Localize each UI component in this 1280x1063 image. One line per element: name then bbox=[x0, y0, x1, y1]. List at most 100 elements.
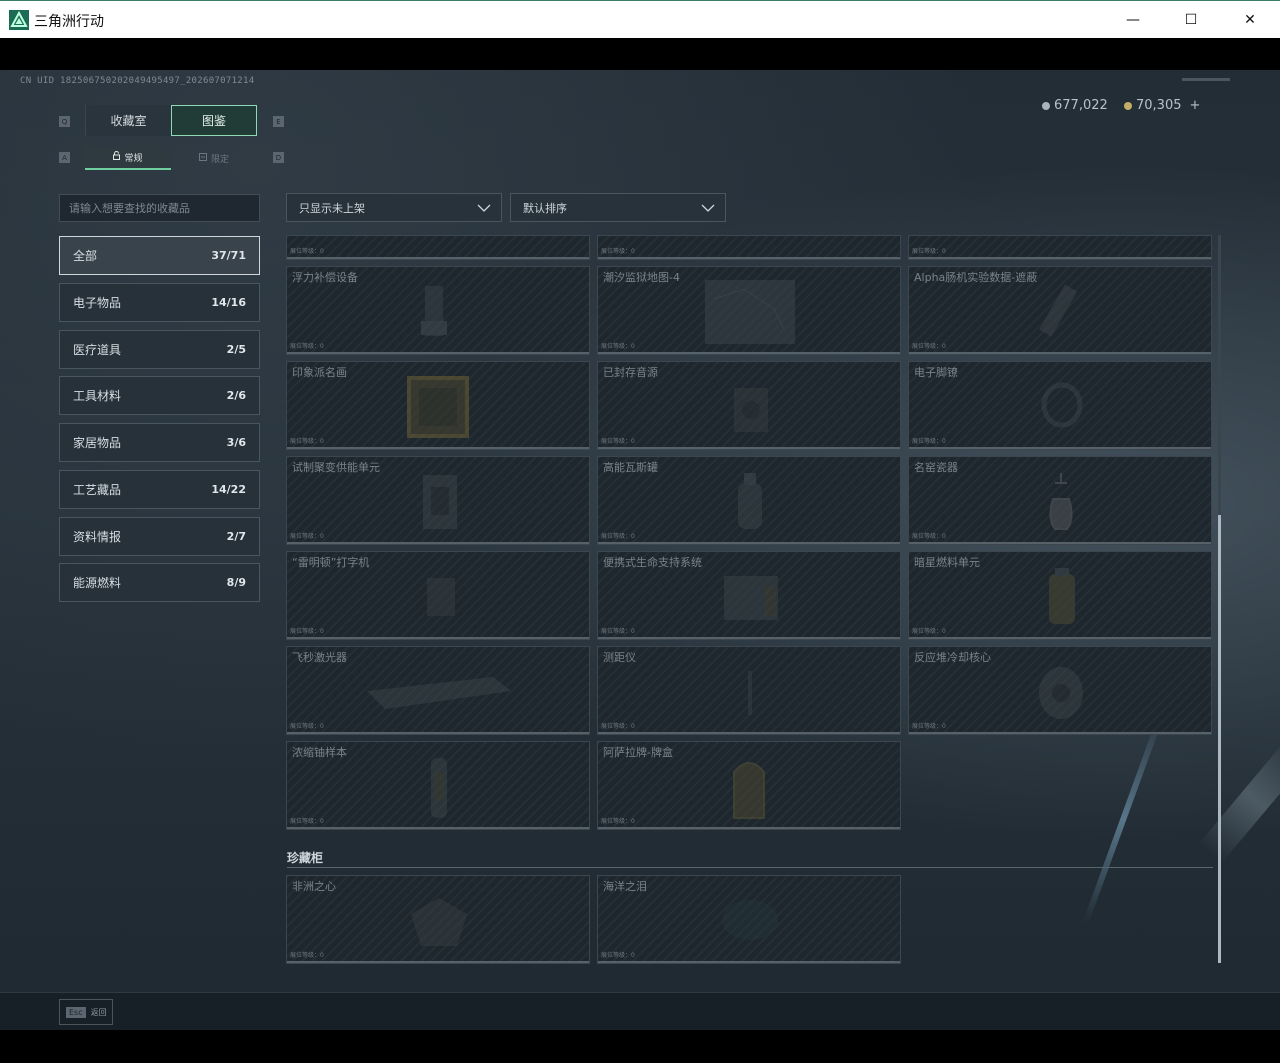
lock-icon bbox=[113, 151, 121, 163]
category-household[interactable]: 家居物品 3/6 bbox=[59, 423, 260, 462]
silver-currency: 677,022 bbox=[1042, 98, 1108, 113]
category-label: 医疗道具 bbox=[73, 343, 122, 357]
card-booth-level: 展位等级：0 bbox=[290, 343, 324, 350]
laser-icon bbox=[367, 677, 511, 709]
collection-card[interactable]: “雷明顿”打字机 展位等级：0 bbox=[286, 551, 590, 640]
app-logo-icon bbox=[9, 10, 29, 30]
collection-card[interactable]: 展位等级：0 bbox=[597, 235, 901, 260]
card-name: 印象派名画 bbox=[292, 366, 347, 379]
category-electronics[interactable]: 电子物品 14/16 bbox=[59, 283, 260, 322]
card-box-icon bbox=[733, 762, 765, 819]
card-booth-level: 展位等级：0 bbox=[290, 723, 324, 730]
card-name: Alpha肠机实验数据-遮蔽 bbox=[914, 271, 1038, 284]
typewriter-icon bbox=[427, 578, 455, 616]
letterbox-top bbox=[0, 38, 1280, 70]
card-name: 高能瓦斯罐 bbox=[603, 461, 658, 474]
collection-card[interactable]: 暗星燃料单元 展位等级：0 bbox=[908, 551, 1212, 640]
esc-key-hint: Esc bbox=[66, 1006, 86, 1018]
maximize-button[interactable]: ☐ bbox=[1162, 1, 1220, 38]
category-intel[interactable]: 资料情报 2/7 bbox=[59, 517, 260, 556]
category-count: 37/71 bbox=[211, 249, 246, 262]
subtab-limited[interactable]: 限定 bbox=[171, 146, 257, 170]
life-support-icon bbox=[724, 576, 778, 620]
category-medical[interactable]: 医疗道具 2/5 bbox=[59, 330, 260, 369]
search-input[interactable]: 请输入想要查找的收藏品 bbox=[59, 194, 260, 222]
collection-card[interactable]: 电子脚镣 展位等级：0 bbox=[908, 361, 1212, 450]
letterbox-bottom bbox=[0, 1030, 1280, 1063]
key-hint-a: A bbox=[59, 152, 70, 163]
collection-card[interactable]: 展位等级：0 bbox=[286, 235, 590, 260]
category-label: 电子物品 bbox=[73, 296, 122, 310]
rangefinder-icon bbox=[748, 671, 752, 715]
card-name: “雷明顿”打字机 bbox=[292, 556, 370, 569]
card-booth-level: 展位等级：0 bbox=[290, 248, 324, 255]
section-title: 珍藏柜 bbox=[287, 851, 324, 865]
filter-dropdown[interactable]: 只显示未上架 bbox=[286, 193, 502, 222]
back-button[interactable]: Esc 返回 bbox=[59, 999, 113, 1025]
card-booth-level: 展位等级：0 bbox=[601, 723, 635, 730]
card-booth-level: 展位等级：0 bbox=[912, 628, 946, 635]
category-count: 8/9 bbox=[226, 576, 246, 589]
add-currency-button[interactable]: + bbox=[1190, 98, 1201, 113]
section-divider bbox=[287, 867, 1213, 868]
collection-card[interactable]: 浮力补偿设备 展位等级：0 bbox=[286, 266, 590, 355]
category-label: 能源燃料 bbox=[73, 576, 122, 590]
gold-currency[interactable]: 70,305 + bbox=[1124, 98, 1200, 113]
collection-card[interactable]: 飞秒激光器 展位等级：0 bbox=[286, 646, 590, 735]
card-name: 暗星燃料单元 bbox=[914, 556, 980, 569]
collection-card[interactable]: 测距仪 展位等级：0 bbox=[597, 646, 901, 735]
collection-card[interactable]: 反应堆冷却核心 展位等级：0 bbox=[908, 646, 1212, 735]
game-viewport: CN UID 182506750202049495497_20260707121… bbox=[0, 70, 1280, 1030]
category-crafts[interactable]: 工艺藏品 14/22 bbox=[59, 470, 260, 509]
collection-card[interactable]: 阿萨拉牌-牌盒 展位等级：0 bbox=[597, 741, 901, 830]
fuel-cell-icon bbox=[1049, 568, 1075, 624]
sort-dropdown[interactable]: 默认排序 bbox=[510, 193, 726, 222]
uranium-sample-icon bbox=[431, 758, 447, 818]
category-label: 工具材料 bbox=[73, 389, 122, 403]
card-booth-level: 展位等级：0 bbox=[912, 438, 946, 445]
collection-card[interactable]: 潮汐监狱地图-4 展位等级：0 bbox=[597, 266, 901, 355]
category-all[interactable]: 全部 37/71 bbox=[59, 236, 260, 275]
top-decoration bbox=[1182, 78, 1230, 81]
card-name: 阿萨拉牌-牌盒 bbox=[603, 746, 673, 759]
gas-canister-icon bbox=[738, 473, 762, 529]
filter-dropdown-value: 只显示未上架 bbox=[299, 201, 365, 215]
collection-card[interactable]: 展位等级：0 bbox=[908, 235, 1212, 260]
tab-collection-room[interactable]: 收藏室 bbox=[85, 105, 171, 136]
card-name: 浓缩铀样本 bbox=[292, 746, 347, 759]
minimize-button[interactable]: — bbox=[1104, 1, 1162, 38]
subtab-normal[interactable]: 常规 bbox=[85, 146, 171, 170]
category-count: 2/6 bbox=[226, 389, 246, 402]
card-name: 电子脚镣 bbox=[914, 366, 958, 379]
collection-card[interactable]: 名窑瓷器 展位等级：0 bbox=[908, 456, 1212, 545]
card-booth-level: 展位等级：0 bbox=[601, 818, 635, 825]
window-titlebar: 三角洲行动 — ☐ ✕ bbox=[0, 0, 1280, 38]
category-tools[interactable]: 工具材料 2/6 bbox=[59, 376, 260, 415]
card-booth-level: 展位等级：0 bbox=[601, 628, 635, 635]
fusion-cell-icon bbox=[423, 475, 457, 529]
collection-card[interactable]: 便携式生命支持系统 展位等级：0 bbox=[597, 551, 901, 640]
collection-card[interactable]: 高能瓦斯罐 展位等级：0 bbox=[597, 456, 901, 545]
treasure-card[interactable]: 非洲之心 展位等级：0 bbox=[286, 875, 590, 964]
scrollbar-thumb[interactable] bbox=[1218, 515, 1221, 963]
silver-amount: 677,022 bbox=[1054, 98, 1108, 113]
collection-card[interactable]: 已封存音源 展位等级：0 bbox=[597, 361, 901, 450]
key-hint-e: E bbox=[273, 116, 284, 127]
treasure-card[interactable]: 海洋之泪 展位等级：0 bbox=[597, 875, 901, 964]
subtab-limited-label: 限定 bbox=[210, 154, 229, 165]
card-name: 海洋之泪 bbox=[603, 880, 647, 893]
category-count: 14/16 bbox=[211, 296, 246, 309]
background-light-streak bbox=[1082, 715, 1164, 925]
collection-card[interactable]: 印象派名画 展位等级：0 bbox=[286, 361, 590, 450]
collection-card[interactable]: 试制聚变供能单元 展位等级：0 bbox=[286, 456, 590, 545]
key-hint-q: Q bbox=[59, 116, 70, 127]
card-booth-level: 展位等级：0 bbox=[912, 533, 946, 540]
collection-card[interactable]: 浓缩铀样本 展位等级：0 bbox=[286, 741, 590, 830]
category-label: 家居物品 bbox=[73, 436, 122, 450]
category-energy[interactable]: 能源燃料 8/9 bbox=[59, 563, 260, 602]
close-button[interactable]: ✕ bbox=[1221, 1, 1279, 38]
card-booth-level: 展位等级：0 bbox=[601, 343, 635, 350]
collection-card[interactable]: Alpha肠机实验数据-遮蔽 展位等级：0 bbox=[908, 266, 1212, 355]
card-booth-level: 展位等级：0 bbox=[290, 438, 324, 445]
tab-encyclopedia[interactable]: 图鉴 bbox=[171, 105, 257, 136]
